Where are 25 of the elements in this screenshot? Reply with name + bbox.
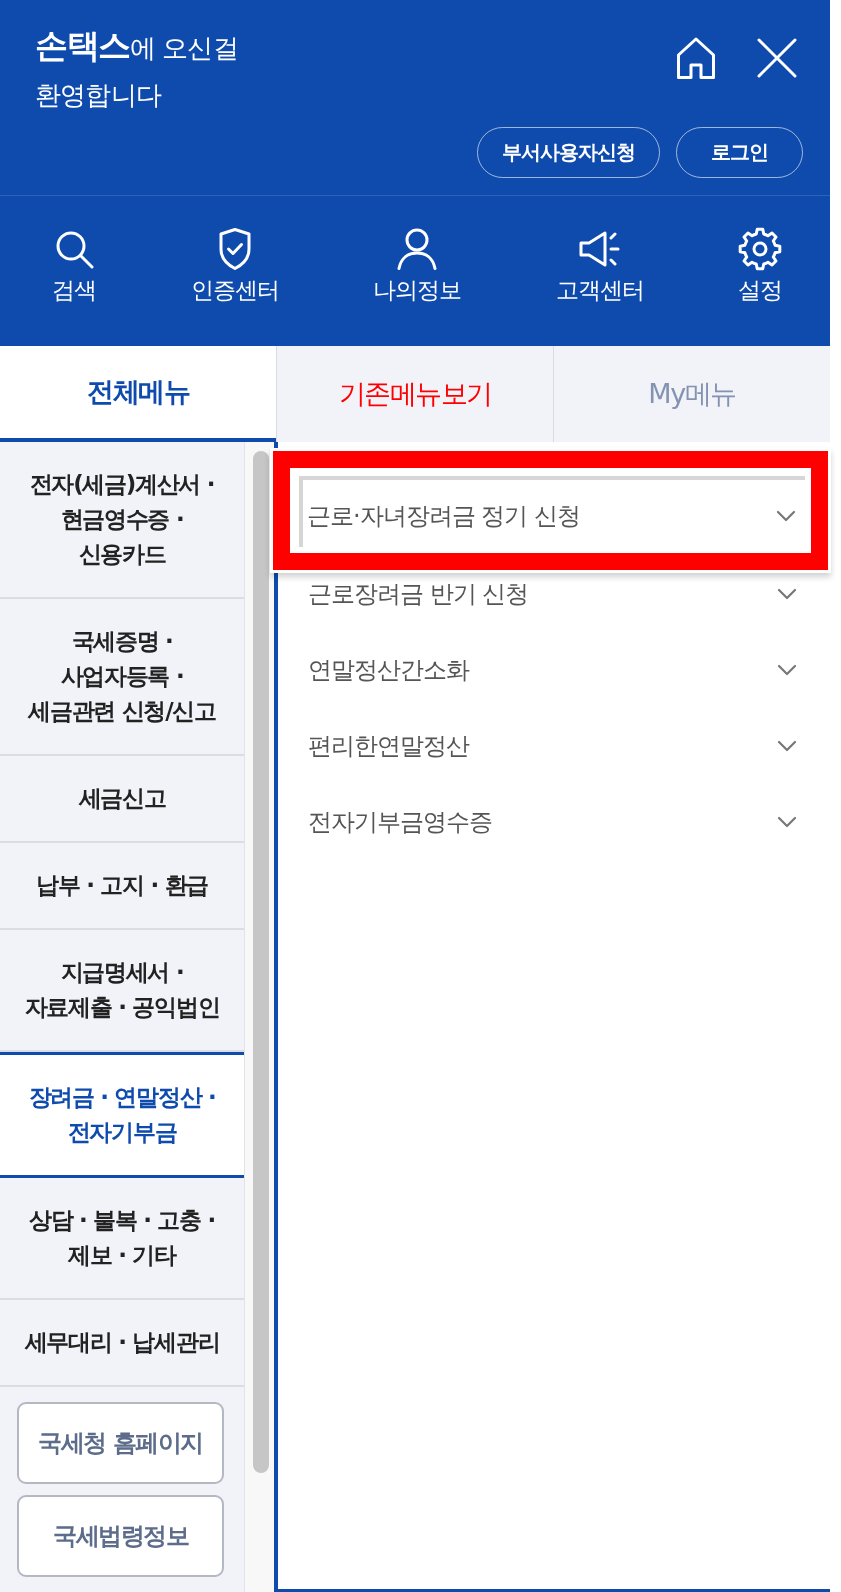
chevron-down-icon xyxy=(777,588,797,600)
home-icon[interactable] xyxy=(676,36,716,80)
site-link-button[interactable]: 국세청 홈페이지 xyxy=(17,1402,224,1484)
chevron-down-icon xyxy=(777,740,797,752)
submenu-item[interactable]: 근로·자녀장려금 정기 신청 xyxy=(299,476,805,547)
quick-menu-item[interactable]: 고객센터 xyxy=(555,227,644,304)
quick-menu-item[interactable]: 설정 xyxy=(738,227,782,304)
submenu-item[interactable]: 근로장려금 반기 신청 xyxy=(278,570,830,632)
site-link-button[interactable]: 국세법령정보 xyxy=(17,1495,224,1577)
chevron-down-icon xyxy=(777,664,797,676)
chevron-down-icon xyxy=(776,510,796,522)
person-icon xyxy=(395,227,439,271)
chevron-down-icon xyxy=(777,816,797,828)
submenu-item[interactable]: 연말정산간소화 xyxy=(278,632,830,708)
welcome-title: 손택스에 오신걸 환영합니다 xyxy=(35,25,238,112)
submenu-item[interactable]: 전자기부금영수증 xyxy=(278,784,830,860)
scrollbar-thumb[interactable] xyxy=(253,451,269,1473)
quick-menu-item[interactable]: 검색 xyxy=(52,227,96,304)
submenu-item[interactable]: 편리한연말정산 xyxy=(278,708,830,784)
close-icon[interactable] xyxy=(757,38,797,78)
menu-tab[interactable]: 기존메뉴보기 xyxy=(276,346,553,442)
quick-menu-item[interactable]: 인증센터 xyxy=(190,227,279,304)
category-item[interactable]: 장려금 · 연말정산 · 전자기부금 xyxy=(0,1052,244,1178)
settings-icon xyxy=(738,227,782,271)
quick-menu-item[interactable]: 나의정보 xyxy=(373,227,461,304)
